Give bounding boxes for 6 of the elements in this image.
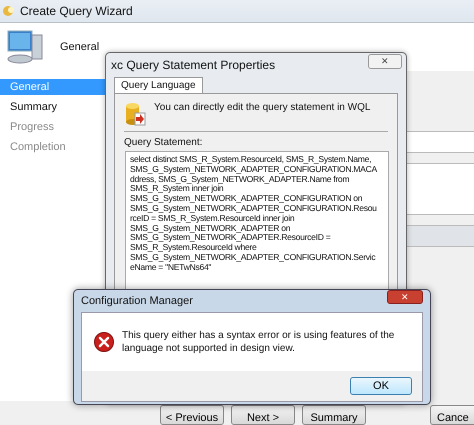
window-title: Create Query Wizard bbox=[20, 4, 133, 18]
header-title: General bbox=[60, 41, 100, 53]
error-message: This query either has a syntax error or is using features of the language not supported in design view. bbox=[122, 329, 396, 355]
field-label: Query Statement: bbox=[124, 137, 204, 148]
dialog-title: xc Query Statement Properties bbox=[111, 58, 276, 72]
info-text: You can directly edit the query statement in WQL bbox=[154, 102, 370, 113]
